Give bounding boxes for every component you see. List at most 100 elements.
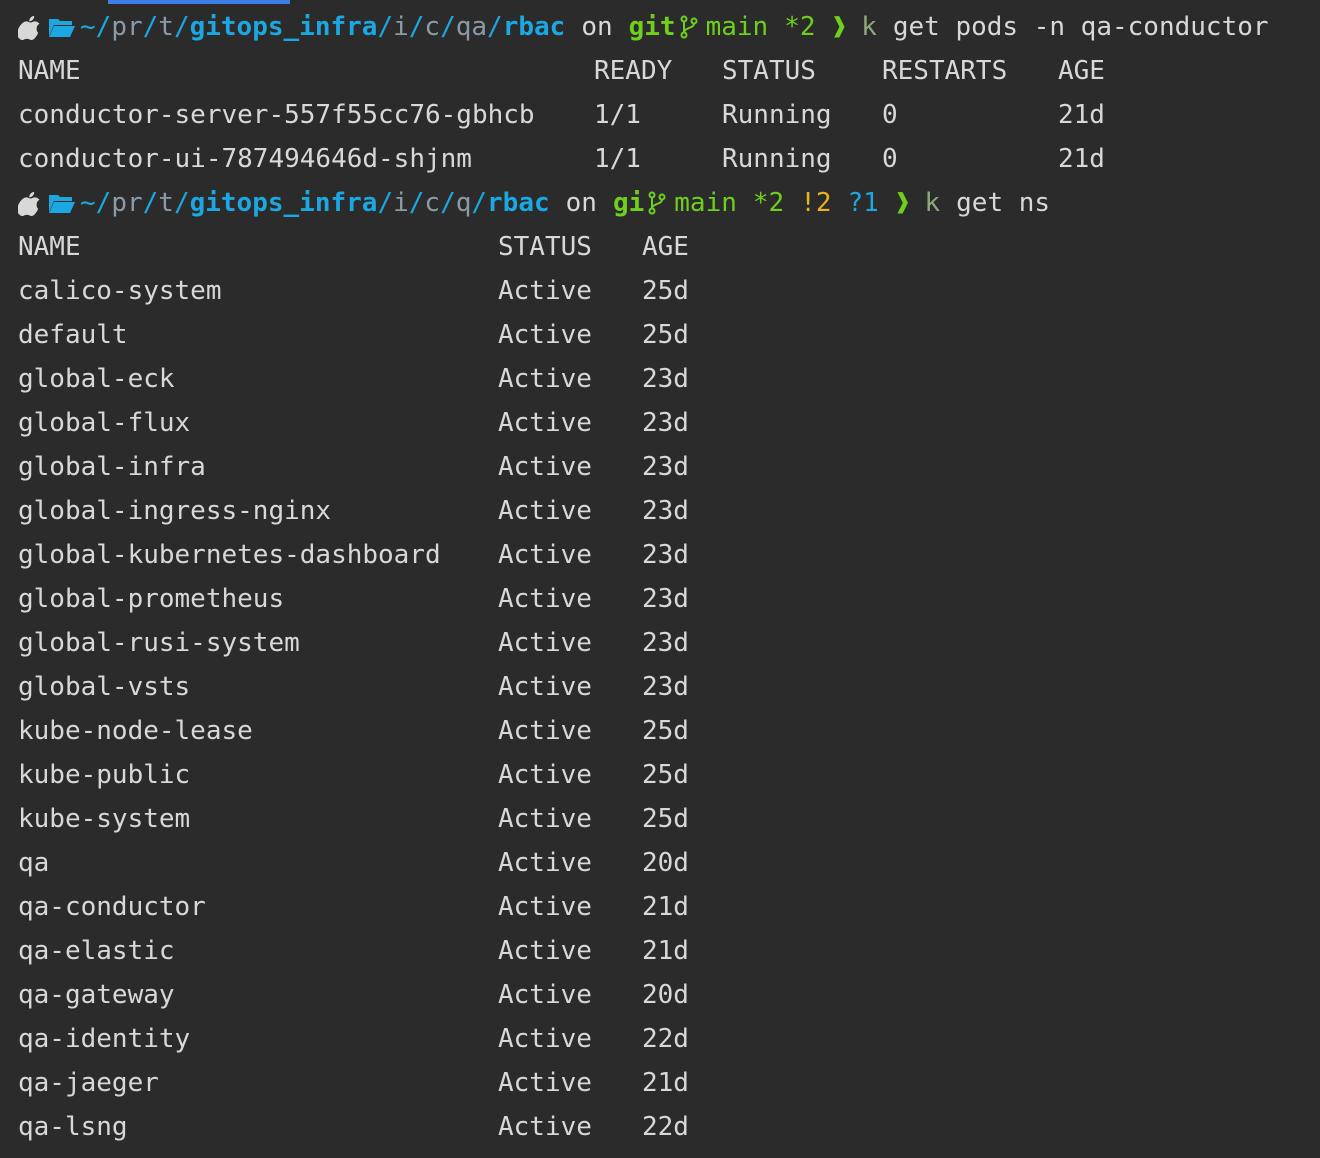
namespace-name: global-prometheus xyxy=(18,584,285,614)
git-label: gi xyxy=(612,188,645,218)
namespace-age: 21d xyxy=(642,892,689,922)
git-status-stashes: *2 xyxy=(752,188,785,218)
path-segment-pr: pr xyxy=(111,188,143,218)
namespace-name: global-vsts xyxy=(18,672,191,702)
namespace-age: 23d xyxy=(642,584,689,614)
namespace-status: Active xyxy=(498,936,592,966)
namespace-age: 25d xyxy=(642,716,689,746)
namespace-age: 23d xyxy=(642,496,689,526)
ns-table-row: qa-gateway Active 20d xyxy=(18,973,1308,1017)
namespace-status: Active xyxy=(498,496,592,526)
branch-name: main xyxy=(674,188,737,218)
pod-ready: 1/1 xyxy=(594,100,641,130)
command-alias: k xyxy=(861,12,877,42)
namespace-status: Active xyxy=(498,276,592,306)
pods-table-row: conductor-ui-787494646d-shjnm 1/1 Runnin… xyxy=(18,137,1308,181)
git-status-modified: !2 xyxy=(800,188,832,218)
ns-table-row: kube-public Active 25d xyxy=(18,753,1308,797)
pod-status: Running xyxy=(722,144,832,174)
prompt-arrow-icon: ❱ xyxy=(831,12,848,42)
prompt-arrow-icon: ❱ xyxy=(894,188,911,218)
on-label: on xyxy=(565,188,597,218)
namespace-status: Active xyxy=(498,892,592,922)
namespace-status: Active xyxy=(498,540,592,570)
git-label: git xyxy=(628,12,676,42)
namespace-age: 25d xyxy=(642,760,689,790)
path-segment-t: t xyxy=(158,188,174,218)
ns-table-row: qa-elastic Active 21d xyxy=(18,929,1308,973)
namespace-status: Active xyxy=(498,760,592,790)
namespace-name: qa-elastic xyxy=(18,936,175,966)
path-segment-repo: gitops_infra xyxy=(189,12,378,42)
path-segment-q: q xyxy=(455,188,472,218)
ns-table-row: global-rusi-system Active 23d xyxy=(18,621,1308,665)
namespace-name: qa-conductor xyxy=(18,892,206,922)
pod-restarts: 0 xyxy=(882,144,898,174)
path-segment-c: c xyxy=(424,188,441,218)
namespace-status: Active xyxy=(498,320,592,350)
path-segment-pr: pr xyxy=(111,12,143,42)
namespace-name: qa-identity xyxy=(18,1024,191,1054)
namespace-age: 22d xyxy=(642,1024,689,1054)
namespace-name: global-rusi-system xyxy=(18,628,300,658)
path-separator: / xyxy=(95,12,112,42)
path-segment-rbac: rbac xyxy=(502,12,566,42)
column-header-restarts: RESTARTS xyxy=(882,56,1008,86)
ns-table-row: default Active 25d xyxy=(18,313,1308,357)
ns-table-row: qa-jaeger Active 21d xyxy=(18,1061,1308,1105)
namespace-status: Active xyxy=(498,672,592,702)
ns-table-row: global-flux Active 23d xyxy=(18,401,1308,445)
ns-table-row: global-infra Active 23d xyxy=(18,445,1308,489)
folder-open-icon xyxy=(49,195,75,213)
ns-table-row: global-vsts Active 23d xyxy=(18,665,1308,709)
git-status-untracked: ?1 xyxy=(847,188,879,218)
namespace-status: Active xyxy=(498,452,592,482)
ns-table-row: kube-system Active 25d xyxy=(18,797,1308,841)
path-separator: / xyxy=(440,188,456,218)
command-text: get pods -n qa-conductor xyxy=(892,12,1269,42)
namespace-name: global-kubernetes-dashboard xyxy=(18,540,441,570)
pod-restarts: 0 xyxy=(882,100,898,130)
path-segment-t: t xyxy=(158,12,174,42)
prompt-line-2: ~ / pr / t / gitops_infra / i / c / q / rbac on gi mai… xyxy=(18,181,1050,225)
ns-table-row: kube-node-lease Active 25d xyxy=(18,709,1308,753)
apple-icon xyxy=(18,15,40,40)
namespace-age: 23d xyxy=(642,408,689,438)
namespace-status: Active xyxy=(498,364,592,394)
column-header-name: NAME xyxy=(18,232,81,262)
path-separator: / xyxy=(440,12,456,42)
namespace-status: Active xyxy=(498,408,592,438)
git-branch-icon xyxy=(680,15,698,39)
namespace-name: global-flux xyxy=(18,408,191,438)
path-separator: / xyxy=(173,188,190,218)
namespace-name: global-infra xyxy=(18,452,206,482)
branch-name: main xyxy=(705,12,769,42)
column-header-status: STATUS xyxy=(498,232,592,262)
path-segment-i: i xyxy=(393,12,409,42)
namespace-status: Active xyxy=(498,980,592,1010)
column-header-status: STATUS xyxy=(722,56,816,86)
git-branch-icon xyxy=(648,191,666,215)
terminal-output[interactable]: ~ / pr / t / gitops_infra / i / c / qa / rbac on git m… xyxy=(0,0,1320,1158)
namespace-name: qa-lsng xyxy=(18,1112,128,1142)
namespace-name: qa xyxy=(18,848,50,878)
ns-table-row: global-ingress-nginx Active 23d xyxy=(18,489,1308,533)
ns-table-header: NAME STATUS AGE xyxy=(18,225,1308,269)
apple-icon xyxy=(18,191,40,216)
path-segment-repo: gitops_infra xyxy=(189,188,378,218)
namespace-age: 25d xyxy=(642,320,689,350)
namespace-age: 20d xyxy=(642,848,689,878)
column-header-ready: READY xyxy=(594,56,673,86)
ns-table-row: qa-lsng Active 22d xyxy=(18,1105,1308,1149)
path-separator: / xyxy=(408,188,425,218)
path-segment-i: i xyxy=(393,188,409,218)
on-label: on xyxy=(581,12,613,42)
prompt-line-1: ~ / pr / t / gitops_infra / i / c / qa / rbac on git m… xyxy=(18,5,1269,49)
namespace-age: 20d xyxy=(642,980,689,1010)
namespace-name: qa-gateway xyxy=(18,980,175,1010)
folder-open-icon xyxy=(49,19,75,37)
namespace-age: 23d xyxy=(642,540,689,570)
namespace-name: calico-system xyxy=(18,276,222,306)
ns-table-row: calico-system Active 25d xyxy=(18,269,1308,313)
path-separator: / xyxy=(471,188,488,218)
